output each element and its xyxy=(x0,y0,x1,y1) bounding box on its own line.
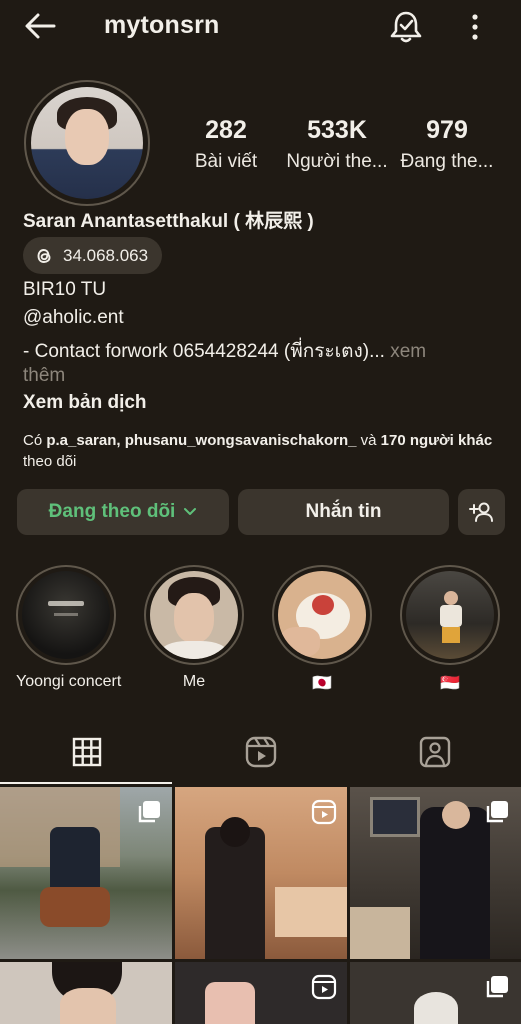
post-thumbnail[interactable] xyxy=(350,962,521,1024)
multiple-photos-icon xyxy=(486,801,508,823)
see-translation-link[interactable]: Xem bản dịch xyxy=(23,392,147,414)
highlight-cover xyxy=(406,571,494,659)
grid-icon xyxy=(72,737,102,767)
highlight-label: 🇯🇵 xyxy=(312,675,332,692)
post-thumbnail[interactable] xyxy=(0,787,172,959)
highlight-cover xyxy=(278,571,366,659)
tagged-person-icon xyxy=(419,736,451,768)
followed-by-prefix: Có xyxy=(23,432,47,449)
active-tab-indicator xyxy=(0,782,172,784)
profile-full-name: Saran Anantasetthakul ( 林辰熙 ) xyxy=(23,211,314,232)
followed-by-others: 170 người khác xyxy=(380,432,493,449)
followers-count: 533K xyxy=(307,116,367,144)
highlight-singapore[interactable]: 🇸🇬 xyxy=(400,565,500,693)
back-arrow-icon[interactable] xyxy=(22,10,58,42)
post-thumbnail[interactable] xyxy=(175,787,347,959)
following-count: 979 xyxy=(426,116,468,144)
stat-posts[interactable]: 282 Bài viết xyxy=(186,116,266,173)
highlight-label: Yoongi concert xyxy=(16,673,122,690)
following-button[interactable]: Đang theo dõi xyxy=(17,489,229,535)
bio-see-more[interactable]: xem xyxy=(385,341,426,362)
notification-bell-check-icon[interactable] xyxy=(388,10,424,44)
profile-username: mytonsrn xyxy=(104,11,220,39)
tab-posts-grid[interactable] xyxy=(0,720,174,784)
bio-line-3: - Contact forwork 0654428244 (พี่กระเตง)… xyxy=(23,336,426,366)
highlight-yoongi-concert[interactable]: Yoongi concert xyxy=(16,565,122,691)
message-button[interactable]: Nhắn tin xyxy=(238,489,449,535)
stat-following[interactable]: 979 Đang the... xyxy=(397,116,497,173)
reels-icon xyxy=(245,736,277,768)
following-label: Đang the... xyxy=(400,151,494,172)
highlight-cover xyxy=(22,571,110,659)
multiple-photos-icon xyxy=(486,976,508,998)
bio-line-2[interactable]: @aholic.ent xyxy=(23,307,124,329)
followers-label: Người the... xyxy=(286,151,388,172)
highlight-me[interactable]: Me xyxy=(144,565,244,691)
reel-icon xyxy=(311,799,337,825)
bio-see-more-continued[interactable]: thêm xyxy=(23,365,65,387)
highlight-label: Me xyxy=(182,673,206,690)
tab-reels[interactable] xyxy=(174,720,348,784)
following-button-label: Đang theo dõi xyxy=(48,501,176,522)
post-thumbnail[interactable] xyxy=(350,787,521,959)
highlight-cover xyxy=(150,571,238,659)
top-bar: mytonsrn xyxy=(0,0,521,56)
followed-by-suffix: theo dõi xyxy=(23,453,77,470)
stat-followers[interactable]: 533K Người the... xyxy=(284,116,390,173)
highlight-japan[interactable]: 🇯🇵 xyxy=(272,565,372,693)
followed-by-text[interactable]: Có p.a_saran, phusanu_wongsavanischakorn… xyxy=(23,430,503,472)
posts-label: Bài viết xyxy=(194,151,258,172)
multiple-photos-icon xyxy=(138,801,160,823)
more-options-icon[interactable] xyxy=(462,10,488,44)
tab-tagged[interactable] xyxy=(348,720,521,784)
suggested-users-button[interactable] xyxy=(458,489,505,535)
chevron-down-icon xyxy=(184,508,197,515)
add-person-icon xyxy=(468,502,493,522)
message-button-label: Nhắn tin xyxy=(305,501,382,522)
highlight-label: 🇸🇬 xyxy=(440,675,460,692)
posts-count: 282 xyxy=(205,116,247,144)
followed-by-names: p.a_saran, phusanu_wongsavanischakorn_ xyxy=(46,432,357,449)
bio-line-1: BIR10 TU xyxy=(23,279,107,300)
avatar-photo xyxy=(31,87,143,199)
profile-tabs xyxy=(0,720,521,784)
threads-icon xyxy=(37,248,51,263)
bio-contact-text: - Contact forwork 0654428244 (พี่กระเตง)… xyxy=(23,341,385,362)
reel-icon xyxy=(311,974,337,1000)
threads-count: 34.068.063 xyxy=(63,245,149,265)
followed-by-middle: và xyxy=(356,432,381,449)
threads-badge[interactable]: 34.068.063 xyxy=(23,237,163,274)
post-thumbnail[interactable] xyxy=(175,962,347,1024)
post-thumbnail[interactable] xyxy=(0,962,172,1024)
profile-avatar[interactable] xyxy=(24,80,150,206)
